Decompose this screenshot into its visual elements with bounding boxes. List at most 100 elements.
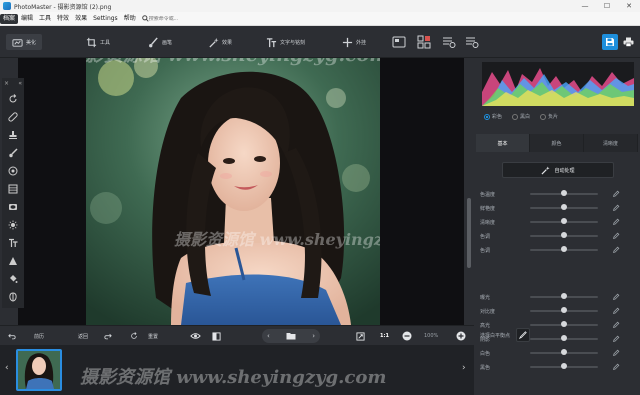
slider-track[interactable] (530, 363, 598, 369)
edit-value-icon[interactable] (612, 321, 620, 329)
fill-tool[interactable] (5, 254, 21, 268)
slider-knob[interactable] (561, 232, 567, 238)
slider-label: 清晰度 (480, 219, 496, 226)
close-button[interactable]: ✕ (618, 0, 640, 12)
slider-track[interactable] (530, 335, 598, 341)
tool-text[interactable]: 文字与铭刻 (260, 34, 311, 50)
slider-track[interactable] (530, 204, 598, 210)
tool-plugins[interactable]: 外挂 (336, 34, 372, 50)
collage-icon[interactable] (392, 35, 406, 49)
canvas-scrollbar[interactable] (464, 58, 474, 325)
mask-tool[interactable] (5, 290, 21, 304)
scrollbar-thumb[interactable] (467, 198, 471, 268)
slider-track[interactable] (530, 232, 598, 238)
mode-bw-radio[interactable]: 黑白 (512, 113, 530, 120)
menu-help[interactable]: 帮助 (121, 14, 139, 24)
next-image-icon[interactable]: › (312, 332, 315, 340)
auto-adjust-button[interactable]: 自动处理 (502, 162, 614, 178)
save-button[interactable] (602, 34, 618, 50)
palette-close-icon[interactable]: × (4, 80, 9, 87)
zoom-out-button[interactable] (402, 330, 412, 342)
menu-settings[interactable]: Settings (90, 14, 121, 24)
menu-tools[interactable]: 工具 (36, 14, 54, 24)
edit-value-icon[interactable] (612, 246, 620, 254)
redo-button[interactable]: 返回 (78, 330, 112, 342)
maximize-button[interactable]: ☐ (596, 0, 618, 12)
heal-tool[interactable] (5, 110, 21, 124)
undo-label: 前历 (34, 333, 45, 340)
slider-knob[interactable] (561, 218, 567, 224)
edit-value-icon[interactable] (612, 204, 620, 212)
clone-stamp-tool[interactable] (5, 128, 21, 142)
vignette-tool[interactable] (5, 200, 21, 214)
preview-toggle[interactable] (190, 330, 201, 342)
print-button[interactable] (620, 34, 636, 50)
edit-value-icon[interactable] (612, 293, 620, 301)
menu-file[interactable]: 档案 (0, 13, 19, 24)
layers-settings-icon[interactable] (442, 35, 456, 49)
radial-filter-tool[interactable] (5, 164, 21, 178)
menu-effects[interactable]: 效果 (72, 14, 90, 24)
edit-value-icon[interactable] (612, 307, 620, 315)
palette-collapse-icon[interactable]: « (18, 80, 22, 87)
tab-clarity[interactable]: 清晰度 (584, 134, 638, 152)
fit-screen-button[interactable] (356, 330, 365, 342)
search-input[interactable] (148, 15, 199, 22)
tool-brush[interactable]: 画笔 (142, 34, 178, 50)
zoom-in-button[interactable] (456, 330, 466, 342)
filmstrip-thumbnail[interactable] (16, 349, 62, 391)
slider-track[interactable] (530, 307, 598, 313)
slider-track[interactable] (530, 293, 598, 299)
slider-knob[interactable] (561, 293, 567, 299)
brush-tool[interactable] (5, 146, 21, 160)
filmstrip-next-icon[interactable]: › (462, 363, 466, 373)
folder-icon[interactable] (286, 332, 296, 340)
bucket-tool[interactable] (5, 272, 21, 286)
slider-track[interactable] (530, 246, 598, 252)
reset-button[interactable]: 重置 (130, 330, 158, 342)
edit-value-icon[interactable] (612, 349, 620, 357)
slider-knob[interactable] (561, 349, 567, 355)
menu-special[interactable]: 特效 (54, 14, 72, 24)
edit-value-icon[interactable] (612, 218, 620, 226)
slider-track[interactable] (530, 190, 598, 196)
tool-text-label: 文字与铭刻 (280, 39, 306, 46)
slider-knob[interactable] (561, 321, 567, 327)
tab-color[interactable]: 颜色 (530, 134, 584, 152)
tool-effects[interactable]: 效果 (202, 34, 238, 50)
actual-size-button[interactable]: 1:1 (380, 330, 389, 342)
text-tool[interactable] (5, 236, 21, 250)
slider-row: 色调 (480, 231, 630, 241)
mode-color-radio[interactable]: 彩色 (484, 113, 502, 120)
presets-settings-icon[interactable] (465, 35, 479, 49)
light-tool[interactable] (5, 218, 21, 232)
slider-knob[interactable] (561, 307, 567, 313)
slider-knob[interactable] (561, 190, 567, 196)
edit-value-icon[interactable] (612, 335, 620, 343)
gradient-tool[interactable] (5, 182, 21, 196)
edit-value-icon[interactable] (612, 190, 620, 198)
tool-enhance[interactable]: 美化 (6, 34, 43, 50)
slider-knob[interactable] (561, 204, 567, 210)
slider-track[interactable] (530, 321, 598, 327)
slider-knob[interactable] (561, 363, 567, 369)
menu-edit[interactable]: 编辑 (18, 14, 36, 24)
slider-knob[interactable] (561, 335, 567, 341)
tab-basic[interactable]: 基本 (476, 134, 530, 152)
rotate-tool[interactable] (5, 92, 21, 106)
slider-track[interactable] (530, 218, 598, 224)
slider-track[interactable] (530, 349, 598, 355)
slider-knob[interactable] (561, 246, 567, 252)
batch-icon[interactable] (417, 35, 431, 49)
previous-image-icon[interactable]: ‹ (267, 332, 270, 340)
compare-toggle[interactable] (212, 330, 221, 342)
edit-value-icon[interactable] (612, 363, 620, 371)
filmstrip-prev-icon[interactable]: ‹ (5, 363, 9, 373)
image-canvas[interactable]: 摄影资源馆 www.sheyingzyg.com 摄影资源馆 www.sheyi… (86, 58, 380, 325)
mode-negative-radio[interactable]: 负片 (540, 113, 558, 120)
edit-value-icon[interactable] (612, 232, 620, 240)
undo-button[interactable]: 前历 (8, 330, 44, 342)
tool-crop[interactable]: 工具 (80, 34, 116, 50)
minimize-button[interactable]: — (574, 0, 596, 12)
command-search[interactable] (141, 15, 202, 22)
